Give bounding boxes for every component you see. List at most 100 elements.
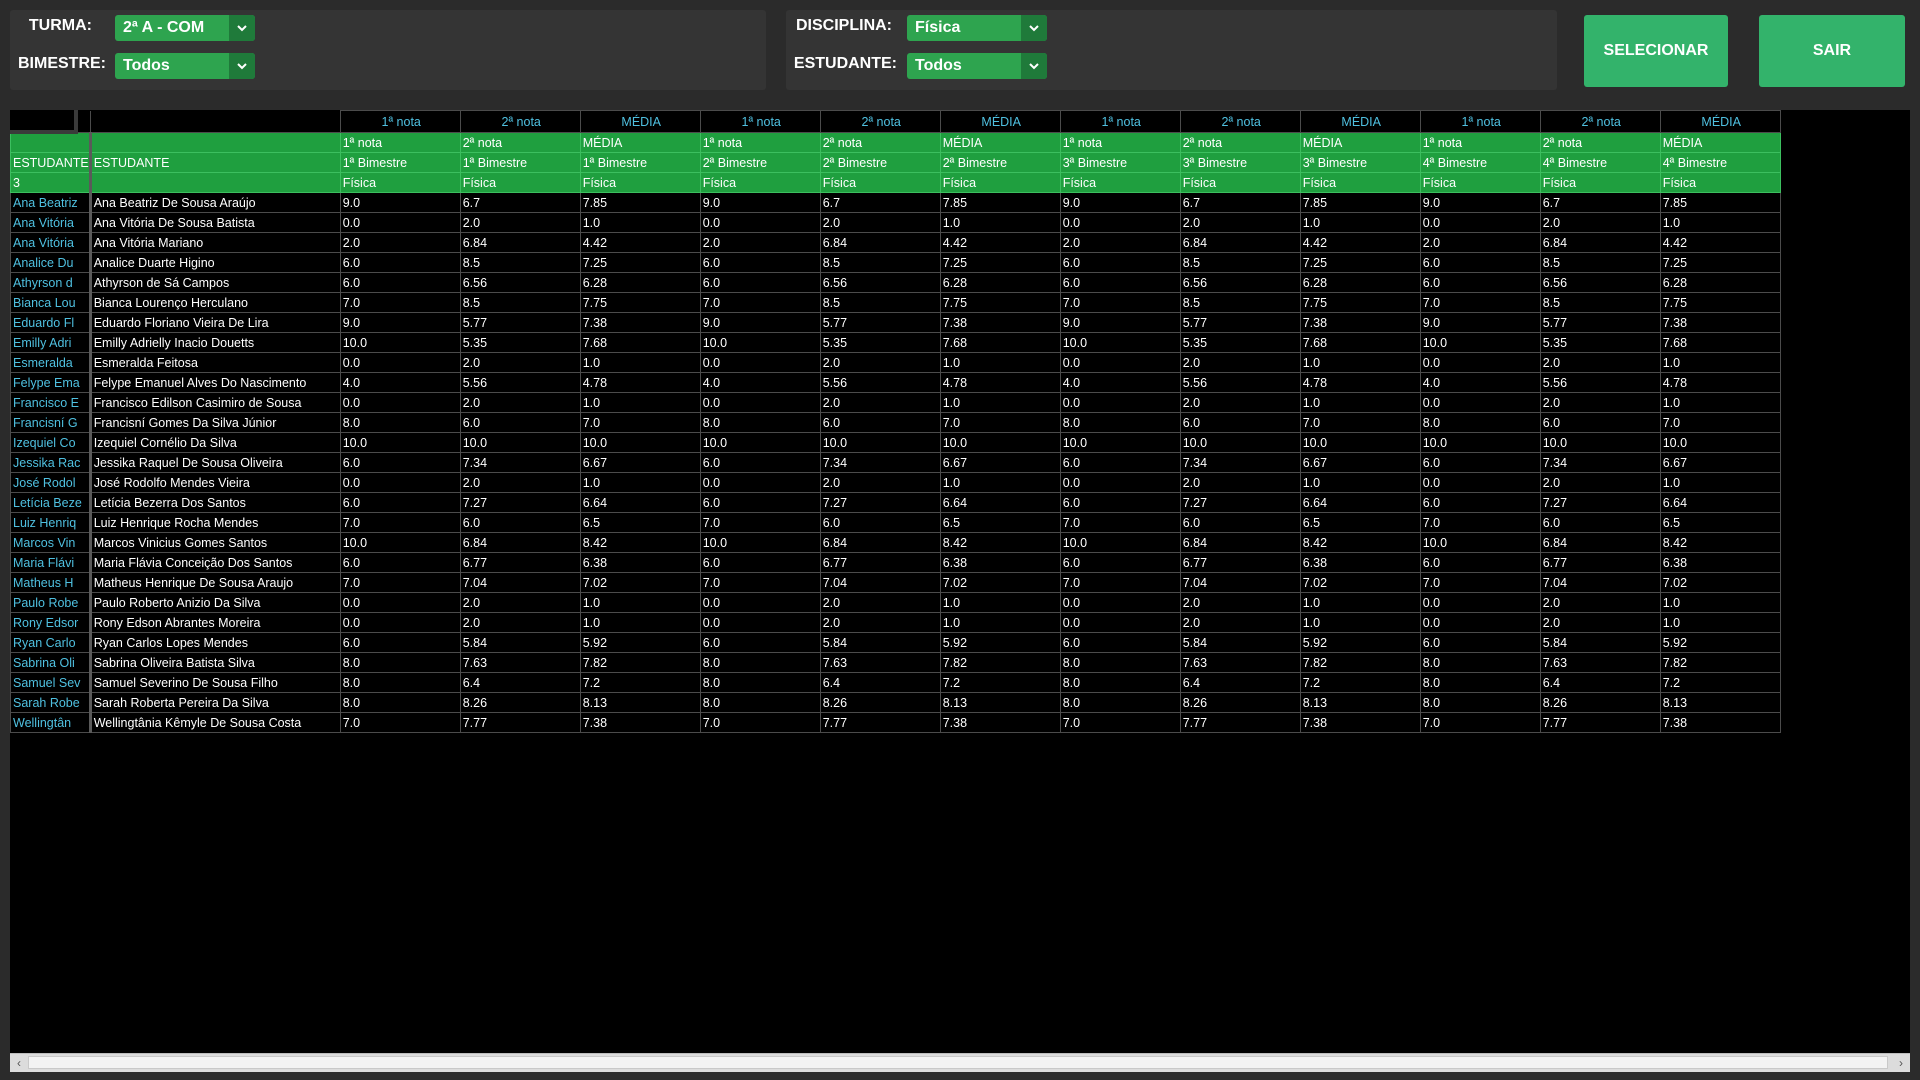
subheader-cell[interactable]: 2ª nota bbox=[1539, 132, 1661, 153]
grade-cell[interactable]: 8.5 bbox=[459, 292, 581, 313]
column-header[interactable]: MÉDIA bbox=[579, 110, 701, 133]
grade-cell[interactable]: 6.0 bbox=[1179, 512, 1301, 533]
grade-cell[interactable]: 6.64 bbox=[579, 492, 701, 513]
grade-cell[interactable]: 0.0 bbox=[1419, 392, 1541, 413]
subheader-cell[interactable]: Física bbox=[1539, 172, 1661, 193]
grid-corner[interactable] bbox=[10, 110, 78, 134]
grade-cell[interactable]: 7.0 bbox=[339, 512, 461, 533]
grade-cell[interactable]: 7.34 bbox=[1539, 452, 1661, 473]
grade-cell[interactable]: 7.0 bbox=[1059, 712, 1181, 733]
student-code-cell[interactable]: Felype Ema bbox=[10, 372, 92, 393]
grade-cell[interactable]: 6.84 bbox=[459, 232, 581, 253]
grade-cell[interactable]: 6.0 bbox=[699, 272, 821, 293]
student-name-cell[interactable]: Eduardo Floriano Vieira De Lira bbox=[89, 312, 341, 333]
grade-cell[interactable]: 10.0 bbox=[1059, 432, 1181, 453]
grade-cell[interactable]: 8.0 bbox=[339, 652, 461, 673]
subheader-cell[interactable]: Física bbox=[1059, 172, 1181, 193]
grade-cell[interactable]: 8.0 bbox=[339, 412, 461, 433]
grade-cell[interactable]: 7.27 bbox=[1539, 492, 1661, 513]
grade-cell[interactable]: 6.5 bbox=[579, 512, 701, 533]
student-name-cell[interactable]: Felype Emanuel Alves Do Nascimento bbox=[89, 372, 341, 393]
table-row[interactable]: Sarah Robe Sarah Roberta Pereira Da Silva… bbox=[10, 692, 1781, 713]
grade-cell[interactable]: 7.77 bbox=[819, 712, 941, 733]
grade-cell[interactable]: 6.7 bbox=[1539, 192, 1661, 213]
grade-cell[interactable]: 8.0 bbox=[1059, 692, 1181, 713]
grade-cell[interactable]: 2.0 bbox=[1179, 392, 1301, 413]
grade-cell[interactable]: 2.0 bbox=[339, 232, 461, 253]
grade-cell[interactable]: 8.0 bbox=[1059, 672, 1181, 693]
grade-cell[interactable]: 6.38 bbox=[579, 552, 701, 573]
grade-cell[interactable]: 9.0 bbox=[1419, 192, 1541, 213]
grade-cell[interactable]: 4.42 bbox=[1659, 232, 1781, 253]
grade-cell[interactable]: 7.75 bbox=[1299, 292, 1421, 313]
grade-cell[interactable]: 5.92 bbox=[579, 632, 701, 653]
grade-cell[interactable]: 5.84 bbox=[459, 632, 581, 653]
student-code-cell[interactable]: Athyrson d bbox=[10, 272, 92, 293]
table-row[interactable]: Maria Flávi Maria Flávia Conceição Dos Sa… bbox=[10, 552, 1781, 573]
grade-cell[interactable]: 8.0 bbox=[699, 692, 821, 713]
grade-cell[interactable]: 6.77 bbox=[459, 552, 581, 573]
grade-cell[interactable]: 2.0 bbox=[459, 592, 581, 613]
grade-cell[interactable]: 1.0 bbox=[1659, 392, 1781, 413]
student-code-cell[interactable]: Eduardo Fl bbox=[10, 312, 92, 333]
grade-cell[interactable]: 2.0 bbox=[1539, 612, 1661, 633]
student-name-cell[interactable]: Sabrina Oliveira Batista Silva bbox=[89, 652, 341, 673]
subheader-cell[interactable]: Física bbox=[819, 172, 941, 193]
grade-cell[interactable]: 5.92 bbox=[939, 632, 1061, 653]
grade-cell[interactable]: 6.4 bbox=[1539, 672, 1661, 693]
subheader-cell[interactable]: MÉDIA bbox=[939, 132, 1061, 153]
grade-cell[interactable]: 6.0 bbox=[1419, 252, 1541, 273]
subheader-cell[interactable]: Física bbox=[459, 172, 581, 193]
subheader-cell[interactable]: 1ª Bimestre bbox=[459, 152, 581, 173]
grade-cell[interactable]: 6.4 bbox=[819, 672, 941, 693]
grade-cell[interactable]: 10.0 bbox=[1179, 432, 1301, 453]
grade-cell[interactable]: 6.0 bbox=[339, 272, 461, 293]
grade-cell[interactable]: 8.5 bbox=[819, 252, 941, 273]
grade-cell[interactable]: 6.28 bbox=[1659, 272, 1781, 293]
grade-cell[interactable]: 0.0 bbox=[699, 352, 821, 373]
grade-cell[interactable]: 7.85 bbox=[1659, 192, 1781, 213]
student-name-cell[interactable]: Letícia Bezerra Dos Santos bbox=[89, 492, 341, 513]
grade-cell[interactable]: 10.0 bbox=[699, 332, 821, 353]
column-header[interactable]: MÉDIA bbox=[939, 110, 1061, 133]
grade-cell[interactable]: 4.78 bbox=[939, 372, 1061, 393]
subheader-cell[interactable]: 1ª Bimestre bbox=[579, 152, 701, 173]
grade-cell[interactable]: 5.84 bbox=[1539, 632, 1661, 653]
table-row[interactable]: Matheus H Matheus Henrique De Sousa Arauj… bbox=[10, 572, 1781, 593]
table-row[interactable]: Jessika Rac Jessika Raquel De Sousa Olive… bbox=[10, 452, 1781, 473]
subheader-cell[interactable]: ESTUDANTE bbox=[10, 152, 92, 173]
grade-cell[interactable]: 6.28 bbox=[1299, 272, 1421, 293]
grade-cell[interactable]: 7.82 bbox=[1299, 652, 1421, 673]
grade-cell[interactable]: 8.42 bbox=[1659, 532, 1781, 553]
table-row[interactable]: Rony Edsor Rony Edson Abrantes Moreira 0.0… bbox=[10, 612, 1781, 633]
grade-cell[interactable]: 2.0 bbox=[459, 212, 581, 233]
grade-cell[interactable]: 2.0 bbox=[1179, 472, 1301, 493]
grade-cell[interactable]: 6.67 bbox=[1659, 452, 1781, 473]
student-name-cell[interactable]: Esmeralda Feitosa bbox=[89, 352, 341, 373]
grade-cell[interactable]: 1.0 bbox=[939, 612, 1061, 633]
subheader-cell[interactable]: 2ª Bimestre bbox=[939, 152, 1061, 173]
grade-cell[interactable]: 7.0 bbox=[1659, 412, 1781, 433]
arrow-left-icon[interactable]: ‹ bbox=[10, 1054, 28, 1072]
grade-cell[interactable]: 5.77 bbox=[459, 312, 581, 333]
grade-cell[interactable]: 8.0 bbox=[339, 692, 461, 713]
student-code-cell[interactable]: Esmeralda bbox=[10, 352, 92, 373]
grade-cell[interactable]: 7.25 bbox=[579, 252, 701, 273]
student-code-cell[interactable]: Francisní G bbox=[10, 412, 92, 433]
grade-cell[interactable]: 7.75 bbox=[939, 292, 1061, 313]
grade-cell[interactable]: 9.0 bbox=[1419, 312, 1541, 333]
subheader-cell[interactable]: 2ª nota bbox=[819, 132, 941, 153]
grade-cell[interactable]: 8.5 bbox=[459, 252, 581, 273]
column-header[interactable]: 2ª nota bbox=[819, 110, 941, 133]
grade-cell[interactable]: 7.27 bbox=[819, 492, 941, 513]
student-name-cell[interactable]: Athyrson de Sá Campos bbox=[89, 272, 341, 293]
grade-cell[interactable]: 6.0 bbox=[699, 632, 821, 653]
grade-cell[interactable]: 7.63 bbox=[819, 652, 941, 673]
student-code-cell[interactable]: Matheus H bbox=[10, 572, 92, 593]
grade-cell[interactable]: 8.42 bbox=[939, 532, 1061, 553]
grade-cell[interactable]: 1.0 bbox=[939, 212, 1061, 233]
grade-cell[interactable]: 6.38 bbox=[1299, 552, 1421, 573]
grade-cell[interactable]: 1.0 bbox=[1299, 212, 1421, 233]
grade-cell[interactable]: 8.26 bbox=[819, 692, 941, 713]
chevron-down-icon[interactable] bbox=[1021, 15, 1047, 41]
